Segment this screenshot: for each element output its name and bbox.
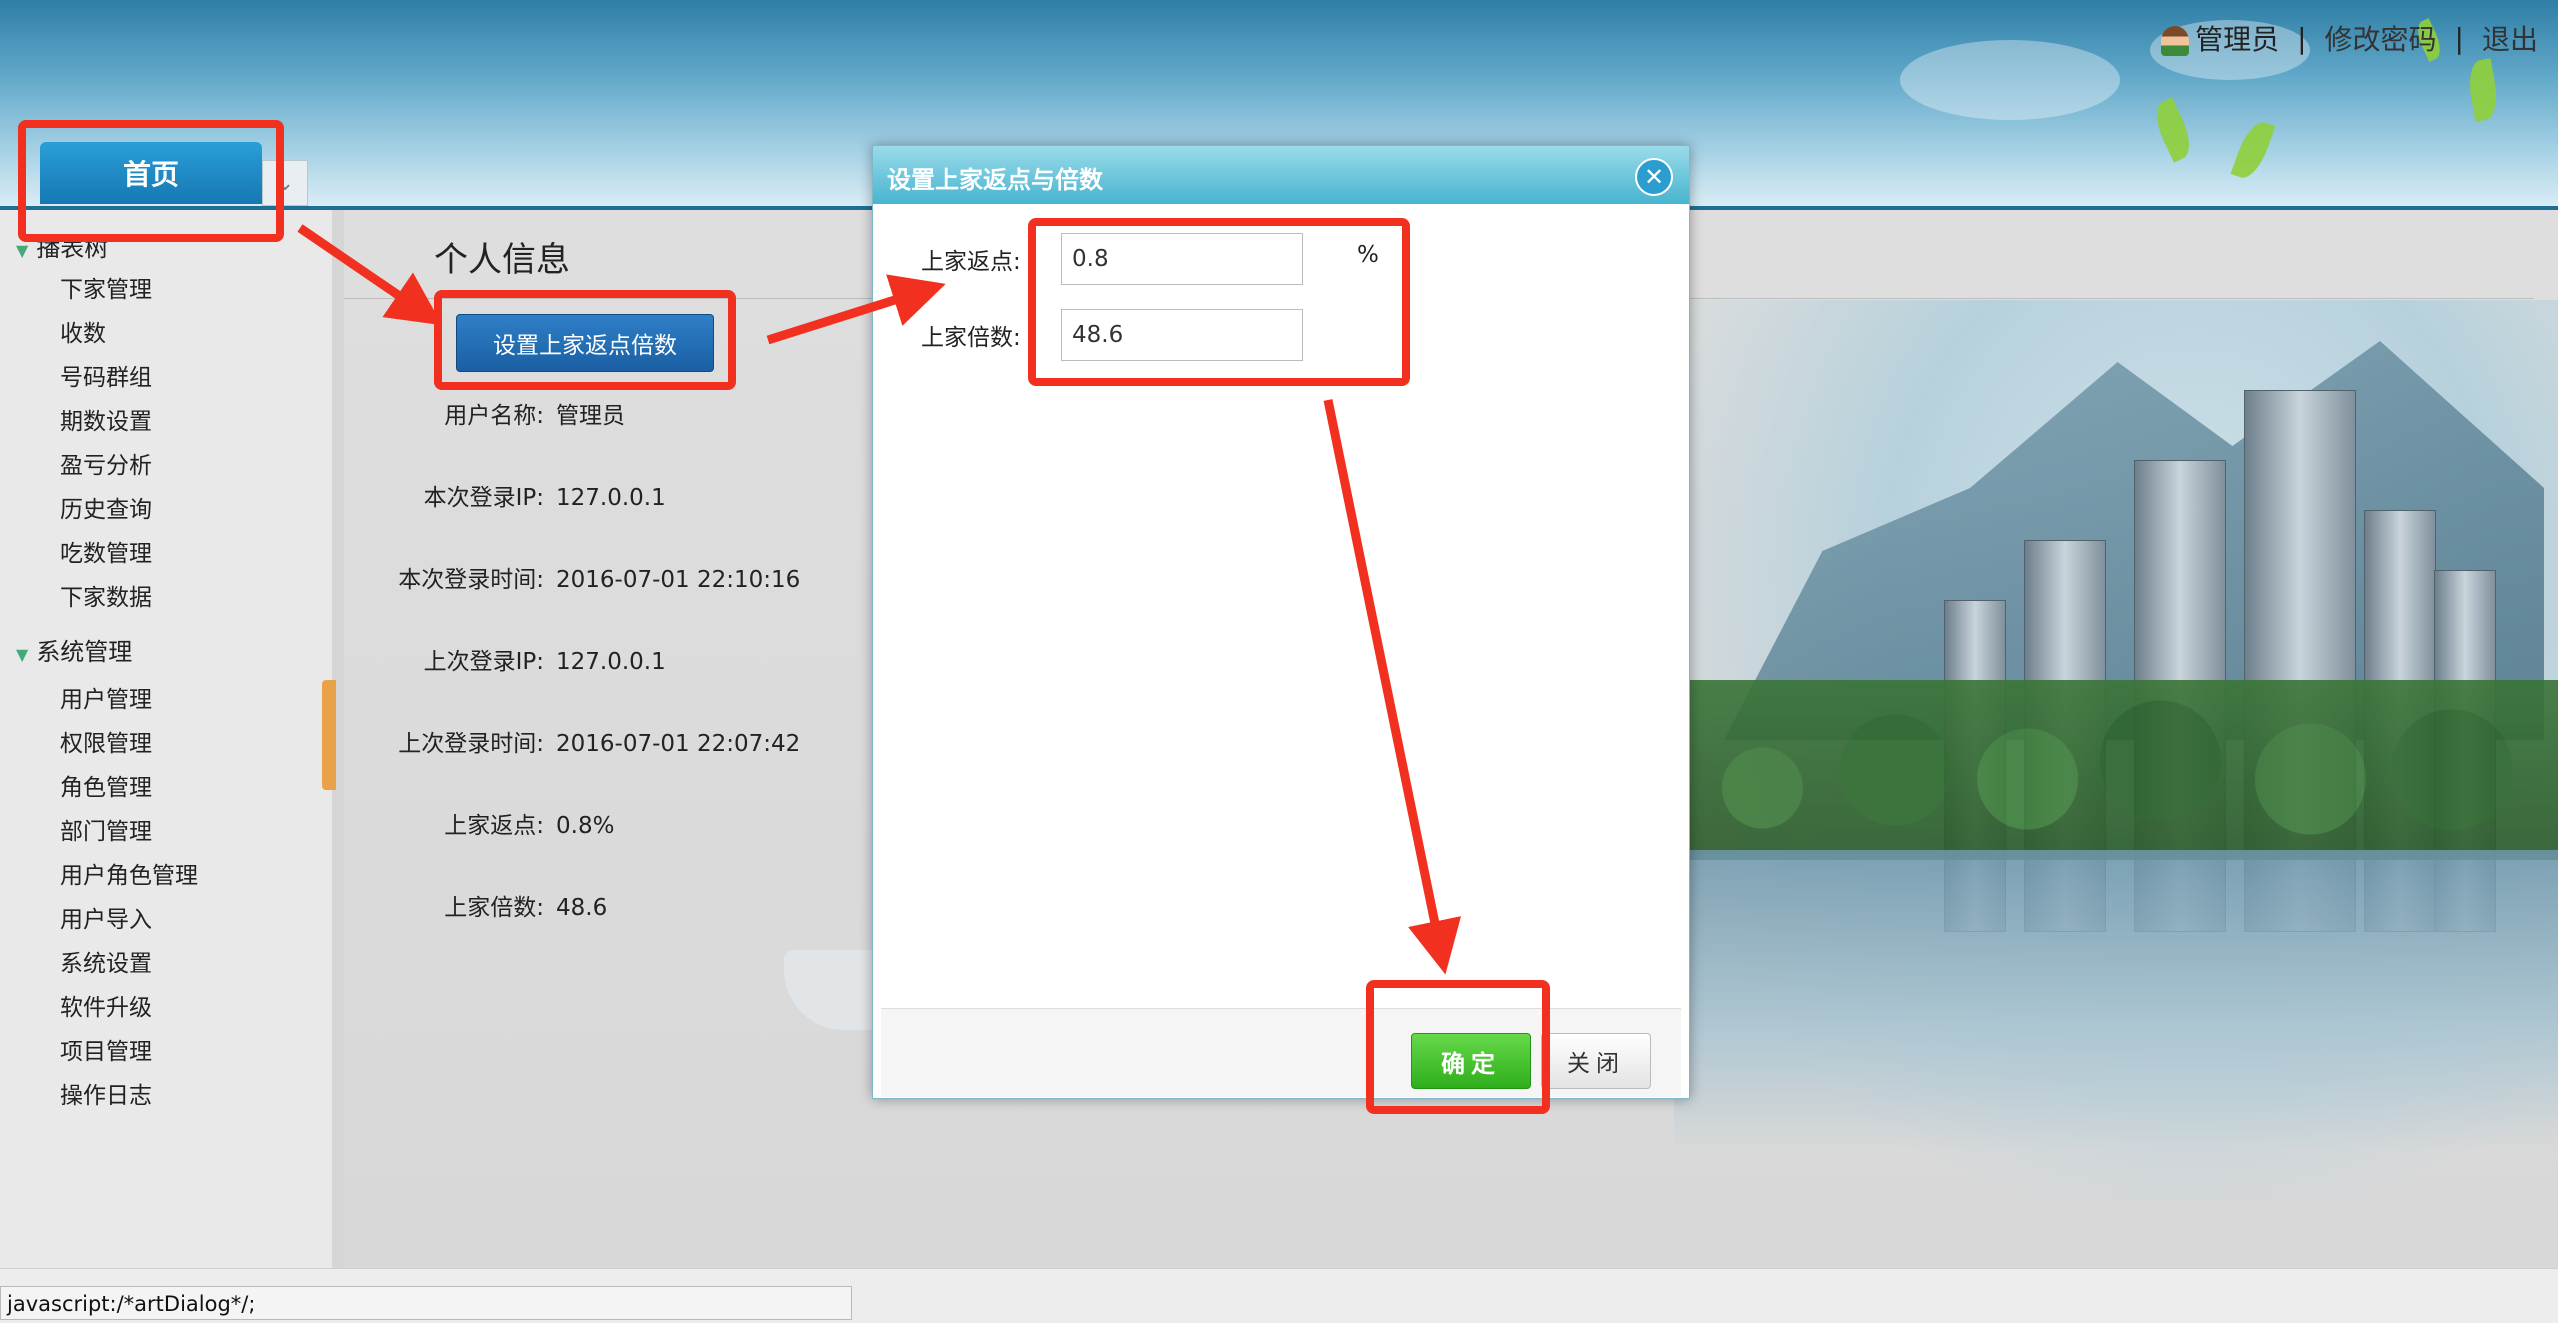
- annotation-arrow: [1323, 399, 1462, 975]
- browser-status-bar: javascript:/*artDialog*/;: [0, 1286, 852, 1320]
- annotation-arrow: [766, 274, 946, 345]
- annotation-arrow: [297, 224, 443, 326]
- annotation-arrows: [297, 224, 1462, 975]
